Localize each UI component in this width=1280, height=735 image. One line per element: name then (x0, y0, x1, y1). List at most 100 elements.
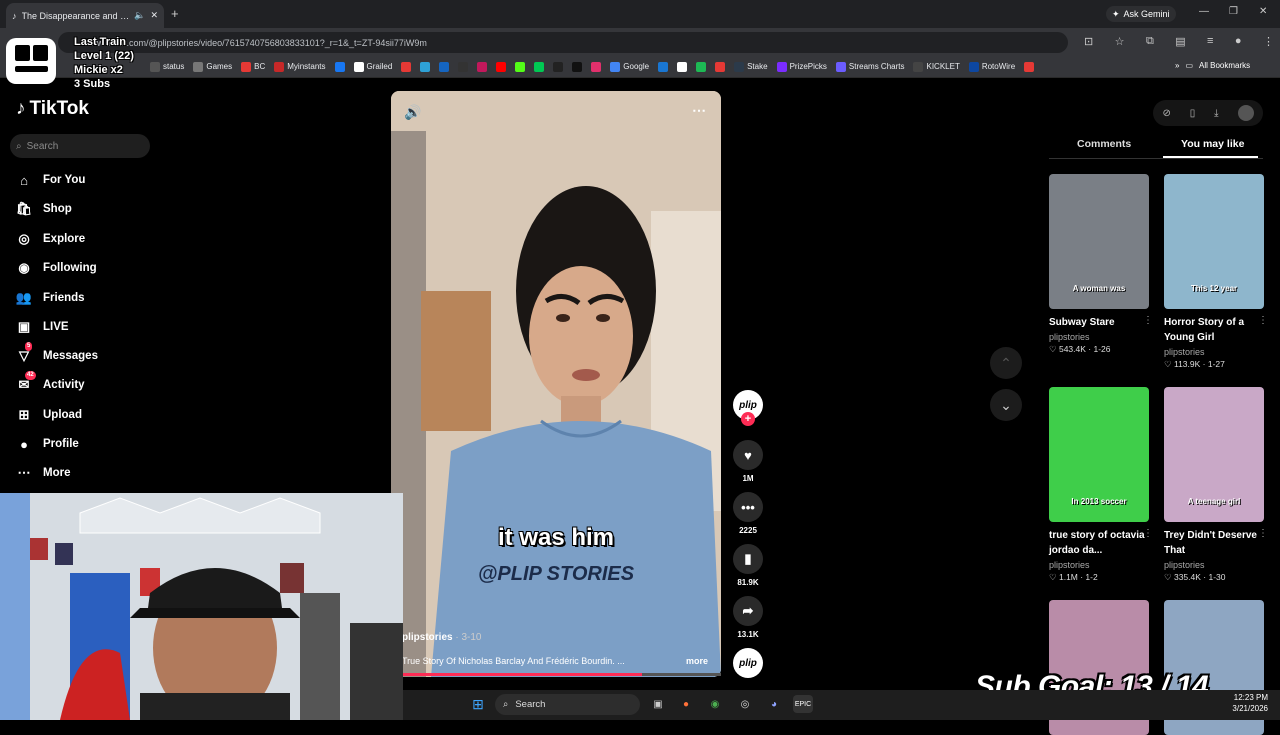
chrome-icon[interactable]: ◉ (705, 695, 725, 713)
maximize-button[interactable]: ❐ (1229, 6, 1238, 17)
minimize-button[interactable]: — (1199, 6, 1209, 17)
discord-icon[interactable]: ◕ (764, 695, 784, 713)
sidebar-item-messages[interactable]: ▽ 5 Messages (16, 342, 146, 366)
video-thumbnail[interactable]: In 2013 soccer (1049, 387, 1149, 522)
phone-icon[interactable]: ▯ (1190, 108, 1196, 119)
bookmark-item[interactable] (477, 61, 488, 72)
bookmark-item[interactable] (420, 61, 431, 72)
tab-comments[interactable]: Comments (1077, 138, 1131, 150)
save-action[interactable]: ▮ 81.9K (733, 544, 763, 587)
bookmark-item[interactable] (677, 61, 688, 72)
card-title[interactable]: true story of octavia jordao da... (1049, 528, 1149, 558)
bookmark-item[interactable]: Stake (734, 61, 768, 72)
bookmark-item[interactable] (715, 61, 726, 72)
bookmark-item[interactable]: Streams Charts (835, 61, 904, 72)
share-action[interactable]: ➦ 13.1K (733, 596, 763, 639)
obs-icon[interactable]: ◎ (735, 695, 755, 713)
video-author-name[interactable]: plipstories (402, 632, 453, 643)
sidebar-item-following[interactable]: ◉ Following (16, 258, 146, 278)
comment-action[interactable]: ••• 2225 (733, 492, 763, 535)
video-thumbnail[interactable]: A woman was (1049, 174, 1149, 309)
bookmark-item[interactable]: status (150, 61, 184, 72)
download-icon[interactable]: ⤓ (1214, 108, 1218, 119)
bookmark-item[interactable]: PrizePicks (776, 61, 827, 72)
windows-start-icon[interactable]: ⊞ (468, 695, 488, 713)
sidepanel-icon[interactable]: ▤ (1175, 35, 1185, 48)
sidebar-item-explore[interactable]: ◎ Explore (16, 229, 146, 249)
all-bookmarks[interactable]: » ▭ All Bookmarks (1175, 61, 1250, 70)
bookmark-item[interactable] (1024, 61, 1035, 72)
video-player[interactable] (391, 91, 721, 677)
follow-plus-icon[interactable]: + (741, 412, 755, 426)
epic-games-icon[interactable]: EPIC (793, 695, 813, 713)
card-author[interactable]: plipstories (1164, 560, 1264, 570)
media-icon[interactable]: ≡ (1207, 35, 1213, 48)
bookmark-item[interactable]: BC (241, 61, 265, 72)
next-video-button[interactable]: ⌄ (990, 389, 1022, 421)
url-field[interactable]: www.tiktok.com/@plipstories/video/761574… (58, 32, 1068, 53)
speaker-icon[interactable]: 🔈 (134, 10, 145, 21)
bookmark-item[interactable] (658, 61, 669, 72)
close-tab-icon[interactable]: ✕ (150, 10, 158, 21)
sidebar-item-friends[interactable]: 👥 Friends (16, 288, 146, 308)
recommended-video-card[interactable]: A teenage girl Trey Didn't Deserve That ⋮ p… (1164, 387, 1268, 583)
bookmark-item[interactable] (696, 61, 707, 72)
chevron-right-icon[interactable]: » (1175, 61, 1179, 70)
bookmark-item[interactable]: Google (610, 61, 649, 72)
window-close-button[interactable]: ✕ (1259, 6, 1267, 17)
user-avatar-icon[interactable] (1237, 105, 1254, 121)
recommended-video-card[interactable]: In 2013 soccer true story of octavia jord… (1049, 387, 1153, 583)
bookmark-item[interactable] (534, 61, 545, 72)
taskbar-clock[interactable]: 12:23 PM 3/21/2026 (1226, 692, 1268, 714)
sidebar-item-more[interactable]: ⋯ More (16, 463, 146, 483)
new-tab-button[interactable]: + (171, 6, 179, 21)
share-icon[interactable]: ➦ (733, 596, 763, 626)
card-title[interactable]: Trey Didn't Deserve That (1164, 528, 1264, 558)
browser-tab[interactable]: ♪ The Disappearance and Dra 🔈 ✕ (6, 3, 164, 28)
sound-avatar[interactable]: plip (733, 648, 763, 678)
card-title[interactable]: Subway Stare (1049, 315, 1149, 330)
video-author[interactable]: plipstories · 3-10 (402, 632, 481, 643)
bookmark-item[interactable] (401, 61, 412, 72)
card-author[interactable]: plipstories (1049, 332, 1149, 342)
bookmark-icon[interactable]: ▮ (733, 544, 763, 574)
bookmark-item[interactable]: RotoWire (968, 61, 1015, 72)
sidebar-item-activity[interactable]: ✉ 42 Activity (16, 371, 146, 395)
comment-icon[interactable]: ••• (733, 492, 763, 522)
card-author[interactable]: plipstories (1049, 560, 1149, 570)
firefox-icon[interactable]: ● (676, 695, 696, 713)
like-action[interactable]: ♥ 1M (733, 440, 763, 483)
menu-icon[interactable]: ⋮ (1263, 35, 1274, 48)
bookmark-item[interactable] (334, 61, 345, 72)
tab-you-may-like[interactable]: You may like (1181, 138, 1244, 150)
heart-icon[interactable]: ♥ (733, 440, 763, 470)
install-icon[interactable]: ⊡ (1084, 35, 1093, 48)
tiktok-logo[interactable]: ♪ TikTok (16, 98, 89, 120)
task-view-icon[interactable]: ▣ (648, 695, 668, 713)
bookmark-item[interactable]: Games (193, 61, 232, 72)
bookmark-item[interactable] (496, 61, 507, 72)
bookmark-item[interactable] (553, 61, 564, 72)
card-author[interactable]: plipstories (1164, 347, 1264, 357)
bookmark-item[interactable]: Myinstants (274, 61, 326, 72)
video-thumbnail[interactable]: This 12 year (1164, 174, 1264, 309)
description-more-link[interactable]: more (686, 656, 708, 666)
volume-icon[interactable]: 🔊 (404, 104, 421, 121)
compass-icon[interactable]: ⊘ (1162, 108, 1170, 119)
card-more-icon[interactable]: ⋮ (1143, 315, 1153, 326)
profile-icon[interactable]: ● (1235, 35, 1242, 48)
bookmark-star-icon[interactable]: ☆ (1115, 35, 1125, 48)
taskbar-search[interactable]: ⌕ Search (495, 694, 640, 715)
bookmark-item[interactable] (458, 61, 469, 72)
video-thumbnail[interactable]: A teenage girl (1164, 387, 1264, 522)
sidebar-item-shop[interactable]: 🛍 Shop (16, 199, 146, 219)
sidebar-item-live[interactable]: ▣ LIVE (16, 317, 146, 337)
ask-gemini-button[interactable]: ✦ Ask Gemini (1106, 6, 1176, 22)
recommended-video-card[interactable]: A woman was Subway Stare ⋮ plipstories ♡ 543… (1049, 174, 1153, 355)
bookmark-item[interactable] (439, 61, 450, 72)
sidebar-item-for-you[interactable]: ⌂ For You (16, 170, 146, 190)
card-more-icon[interactable]: ⋮ (1143, 528, 1153, 539)
sidebar-item-upload[interactable]: ⊞ Upload (16, 405, 146, 425)
bookmark-item[interactable] (591, 61, 602, 72)
sidebar-item-profile[interactable]: ● Profile (16, 434, 146, 454)
